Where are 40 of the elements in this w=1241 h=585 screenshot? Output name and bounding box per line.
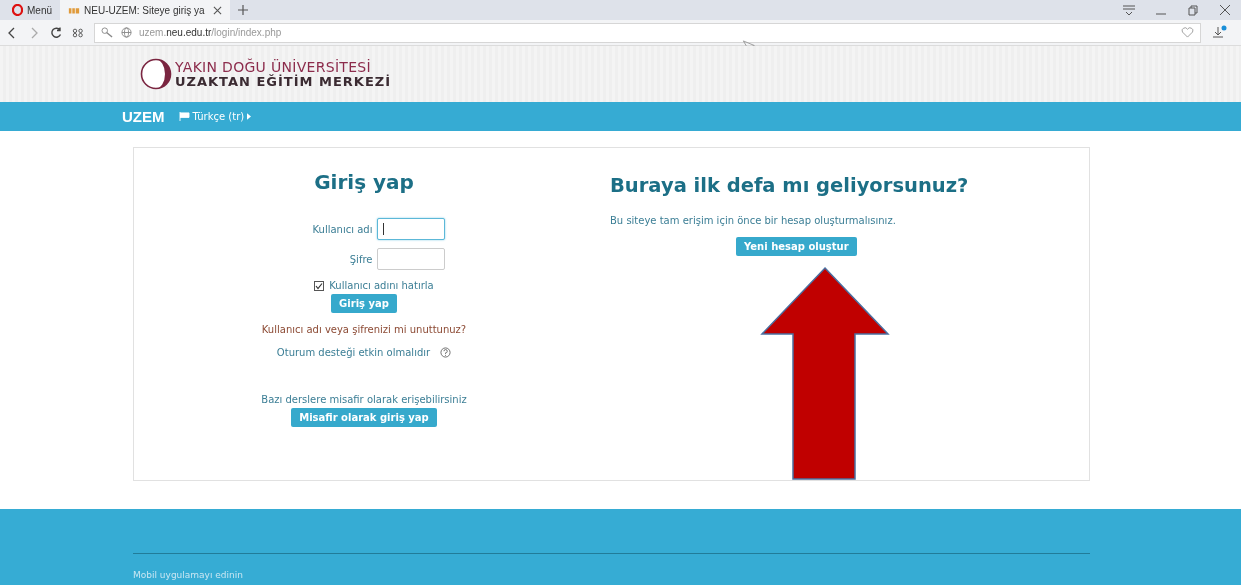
- login-heading: Giriş yap: [314, 170, 414, 194]
- signup-heading: Buraya ilk defa mı geliyorsunuz?: [610, 174, 969, 197]
- signup-text: Bu siteye tam erişim için önce bir hesap oluşturmalısınız.: [610, 215, 896, 226]
- login-button[interactable]: Giriş yap: [331, 294, 397, 313]
- checkbox[interactable]: [314, 280, 325, 291]
- site-brand[interactable]: UZEM: [122, 108, 165, 125]
- input-field[interactable]: [377, 218, 446, 240]
- address-bar[interactable]: uzem.neu.edu.tr/login/index.php: [94, 22, 1201, 43]
- guest-login-button[interactable]: Misafir olarak giriş yap: [291, 408, 437, 427]
- opera-logo-icon: [12, 4, 23, 16]
- help-icon[interactable]: [440, 347, 452, 358]
- flag-icon: [178, 112, 190, 121]
- restore-icon[interactable]: [1186, 4, 1200, 16]
- session-note: Oturum desteği etkin olmalıdır: [276, 347, 431, 358]
- create-account-button[interactable]: Yeni hesap oluştur: [736, 237, 857, 256]
- menu-tab[interactable]: Menü: [4, 0, 60, 20]
- url-text: uzem.neu.edu.tr/login/index.php: [139, 27, 282, 38]
- annotation-arrow-icon: [760, 266, 890, 481]
- field-label: Kullanıcı adı: [312, 223, 373, 235]
- favicon-icon: [68, 5, 80, 15]
- language-menu[interactable]: Türkçe (tr): [178, 111, 252, 122]
- download-icon[interactable]: [1211, 24, 1227, 41]
- input-field[interactable]: [377, 248, 446, 270]
- logo-emblem-icon: [140, 58, 172, 90]
- new-tab-icon[interactable]: [237, 5, 248, 15]
- globe-icon: [120, 27, 133, 38]
- forgot-password-link[interactable]: Kullanıcı adı veya şifrenizi mi unuttunuz?: [261, 324, 467, 335]
- guest-note: Bazı derslere misafir olarak erişebilirsiniz: [261, 394, 467, 405]
- caret-icon: [247, 113, 252, 120]
- close-icon[interactable]: [212, 5, 222, 15]
- checkbox-label[interactable]: Kullanıcı adını hatırla: [329, 280, 434, 291]
- tab-menu-icon[interactable]: [1122, 4, 1136, 16]
- field-label: Şifre: [349, 253, 373, 265]
- mobile-app-link[interactable]: Mobil uygulamayı edinin: [133, 570, 1241, 580]
- reload-icon[interactable]: [50, 26, 62, 39]
- logo-text: YAKIN DOĞU ÜNİVERSİTESİ: [175, 59, 371, 75]
- close-icon[interactable]: [1218, 4, 1232, 16]
- logo-text: UZAKTAN EĞİTİM MERKEZİ: [175, 74, 392, 89]
- browser-tab[interactable]: NEU-UZEM: Siteye giriş ya: [60, 0, 230, 20]
- speed-dial-icon[interactable]: [72, 26, 84, 39]
